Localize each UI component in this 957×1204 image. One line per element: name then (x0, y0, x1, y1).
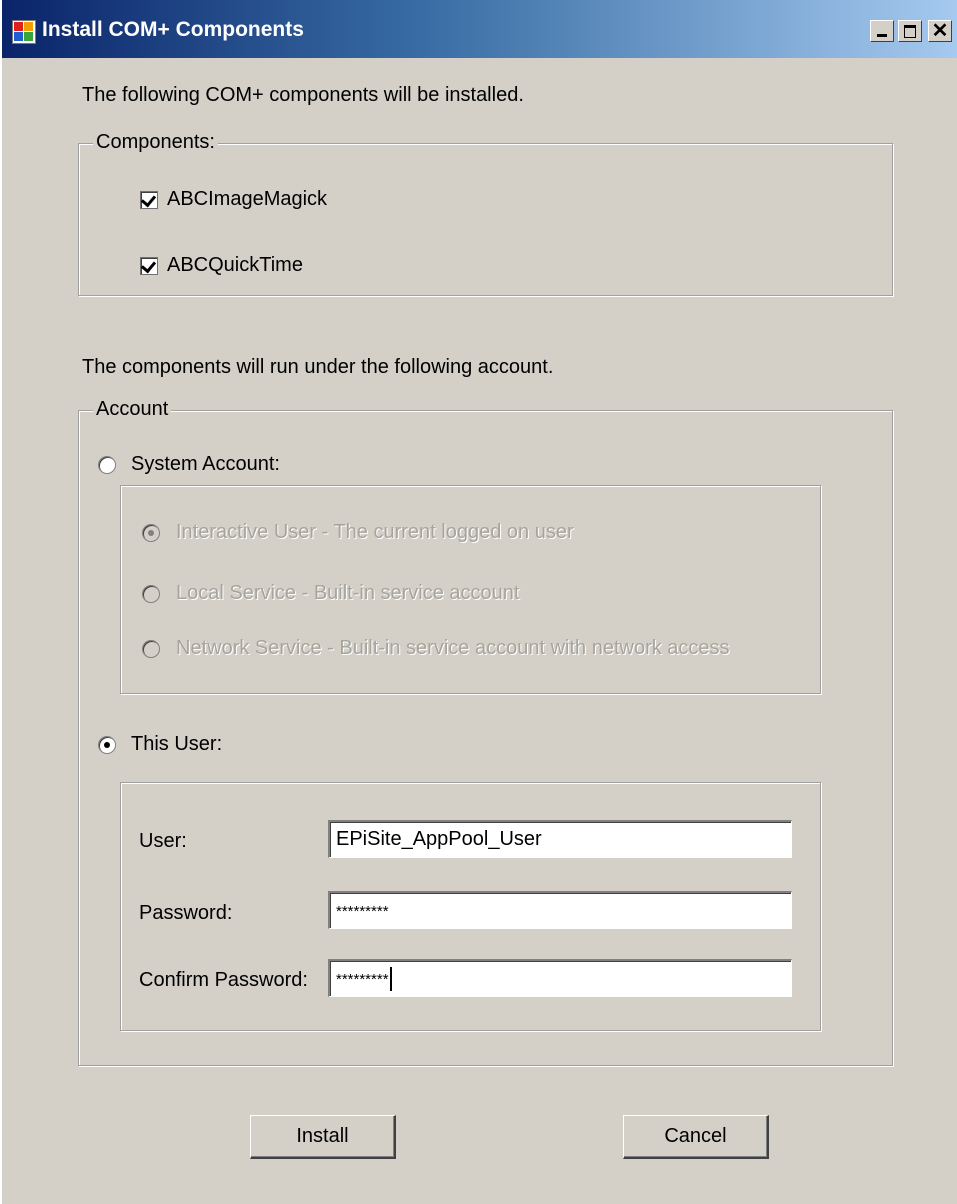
account-legend: Account (93, 398, 172, 421)
close-icon: ✕ (931, 20, 949, 42)
minimize-button[interactable] (870, 20, 894, 42)
user-label: User: (139, 830, 187, 852)
password-label: Password: (139, 902, 233, 924)
confirm-password-label: Confirm Password: (139, 969, 308, 991)
radio-circle[interactable] (142, 524, 160, 542)
confirm-password-value: ********* (336, 971, 389, 988)
password-value: ********* (336, 903, 389, 920)
text-caret (389, 966, 392, 991)
radio-circle[interactable] (98, 456, 116, 474)
checkmark-icon (140, 257, 157, 274)
components-legend: Components: (93, 131, 218, 154)
app-icon (12, 20, 36, 44)
close-button[interactable]: ✕ (928, 20, 952, 42)
window-title: Install COM+ Components (42, 18, 304, 41)
checkbox-label: ABCQuickTime (167, 254, 303, 276)
maximize-button[interactable] (898, 20, 922, 42)
checkbox-box[interactable] (140, 257, 158, 275)
install-dialog: Install COM+ Components ✕ The following … (0, 0, 957, 1204)
checkmark-icon (140, 191, 157, 208)
radio-circle[interactable] (98, 736, 116, 754)
account-intro-text: The components will run under the follow… (82, 356, 554, 378)
radio-circle[interactable] (142, 585, 160, 603)
radio-label: Interactive User - The current logged on… (176, 521, 574, 543)
confirm-password-input[interactable]: ********* (328, 959, 792, 997)
radio-circle[interactable] (142, 640, 160, 658)
radio-label: Network Service - Built-in service accou… (176, 637, 730, 659)
intro-text: The following COM+ components will be in… (82, 84, 524, 106)
install-button[interactable]: Install (250, 1115, 396, 1159)
maximize-icon (899, 21, 921, 41)
password-input[interactable]: ********* (328, 891, 792, 929)
user-input[interactable]: EPiSite_AppPool_User (328, 820, 792, 858)
radio-label: Local Service - Built-in service account (176, 582, 520, 604)
checkbox-label: ABCImageMagick (167, 188, 328, 210)
this-user-label: This User: (131, 733, 223, 755)
system-account-label: System Account: (131, 453, 280, 475)
title-bar[interactable]: Install COM+ Components ✕ (2, 0, 957, 58)
minimize-icon (871, 21, 893, 41)
cancel-button[interactable]: Cancel (623, 1115, 769, 1159)
checkbox-box[interactable] (140, 191, 158, 209)
